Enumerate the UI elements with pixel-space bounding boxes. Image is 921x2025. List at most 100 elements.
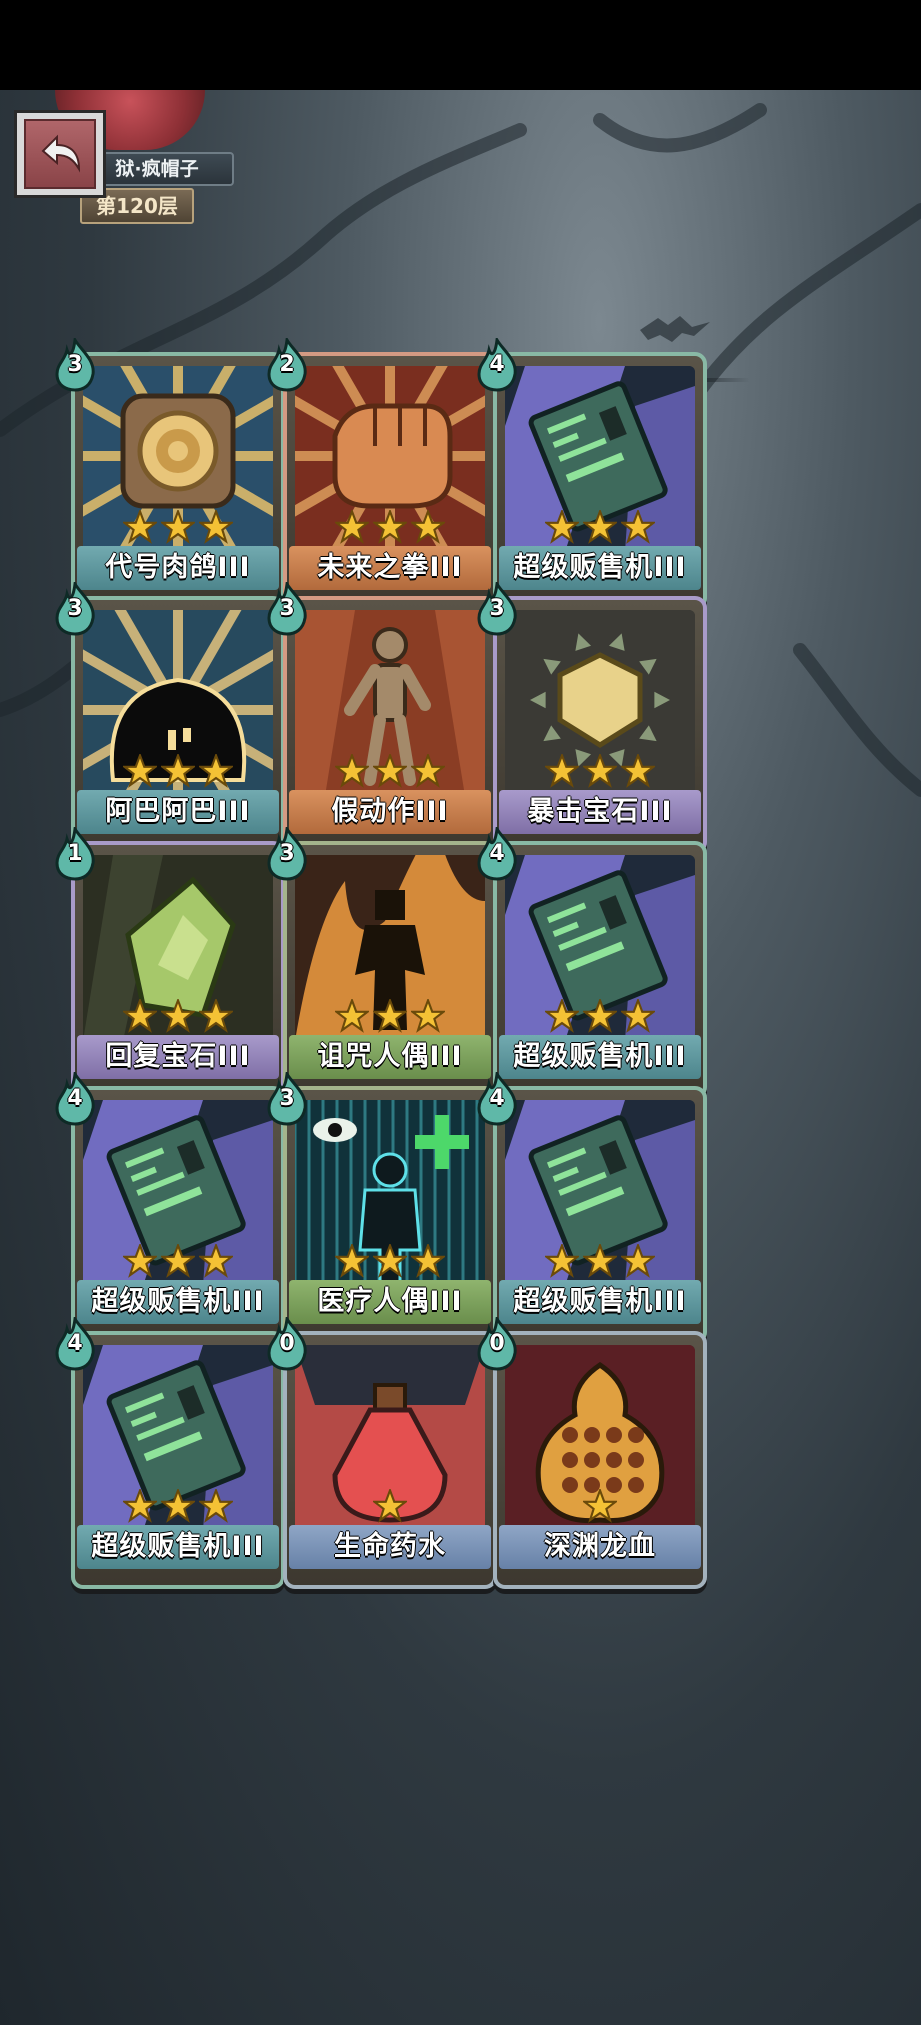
star-icon (159, 997, 197, 1033)
energy-cost-value: 4 (67, 1086, 83, 1111)
star-icon (581, 1487, 619, 1523)
star-icon (333, 997, 371, 1033)
star-icon (197, 752, 235, 788)
energy-cost-value: 3 (67, 596, 83, 621)
top-status-bar (0, 0, 921, 90)
star-rating (83, 1487, 273, 1525)
star-icon (543, 1242, 581, 1278)
item-card[interactable]: 深渊龙血 0 (475, 1317, 707, 1589)
star-rating (505, 508, 695, 546)
energy-cost-icon: 4 (53, 1317, 97, 1371)
star-rating (505, 1242, 695, 1280)
energy-cost-value: 3 (279, 1086, 295, 1111)
star-icon (619, 997, 657, 1033)
item-card[interactable]: 超级贩售机III 4 (475, 338, 707, 610)
star-rating (505, 997, 695, 1035)
star-icon (543, 997, 581, 1033)
item-card[interactable]: 回复宝石III 1 (53, 827, 285, 1099)
star-icon (159, 508, 197, 544)
star-icon (409, 508, 447, 544)
energy-cost-value: 0 (489, 1331, 505, 1356)
star-icon (333, 752, 371, 788)
game-scene: 狱·疯帽子 第120层 代号肉鸽III 3 未来之拳III 2 超级贩售机III 4 … (0, 90, 921, 2025)
star-icon (121, 752, 159, 788)
star-rating (295, 508, 485, 546)
star-icon (371, 1487, 409, 1523)
star-icon (581, 1242, 619, 1278)
star-icon (333, 508, 371, 544)
star-icon (543, 508, 581, 544)
star-icon (581, 508, 619, 544)
star-rating (83, 1242, 273, 1280)
item-card[interactable]: 超级贩售机III 4 (475, 827, 707, 1099)
energy-cost-value: 0 (279, 1331, 295, 1356)
energy-cost-value: 4 (489, 841, 505, 866)
star-icon (197, 508, 235, 544)
item-card[interactable]: 超级贩售机III 4 (475, 1072, 707, 1344)
star-rating (505, 752, 695, 790)
energy-cost-icon: 4 (475, 338, 519, 392)
star-icon (409, 997, 447, 1033)
energy-cost-icon: 0 (475, 1317, 519, 1371)
star-rating (295, 1242, 485, 1280)
star-icon (371, 1242, 409, 1278)
star-icon (197, 997, 235, 1033)
energy-cost-value: 3 (279, 596, 295, 621)
item-card[interactable]: 暴击宝石III 3 (475, 582, 707, 854)
star-icon (581, 997, 619, 1033)
star-icon (121, 1487, 159, 1523)
star-icon (121, 1242, 159, 1278)
energy-cost-value: 3 (67, 352, 83, 377)
energy-cost-value: 4 (67, 1331, 83, 1356)
energy-cost-icon: 2 (265, 338, 309, 392)
star-icon (543, 752, 581, 788)
star-icon (619, 1242, 657, 1278)
star-rating (295, 997, 485, 1035)
star-icon (121, 508, 159, 544)
item-card[interactable]: 超级贩售机III 4 (53, 1317, 285, 1589)
star-rating (295, 1487, 485, 1525)
star-rating (83, 508, 273, 546)
star-rating (505, 1487, 695, 1525)
star-icon (409, 752, 447, 788)
energy-cost-value: 1 (67, 841, 83, 866)
item-card[interactable]: 代号肉鸽III 3 (53, 338, 285, 610)
star-icon (409, 1242, 447, 1278)
energy-cost-icon: 3 (265, 582, 309, 636)
card-grid: 代号肉鸽III 3 未来之拳III 2 超级贩售机III 4 阿巴阿巴III 3 假动作… (0, 90, 921, 2025)
energy-cost-icon: 3 (265, 827, 309, 881)
star-icon (371, 752, 409, 788)
item-card[interactable]: 诅咒人偶III 3 (265, 827, 497, 1099)
star-icon (159, 1242, 197, 1278)
star-icon (197, 1487, 235, 1523)
card-name: 超级贩售机III (77, 1525, 279, 1569)
energy-cost-value: 3 (489, 596, 505, 621)
star-rating (295, 752, 485, 790)
energy-cost-icon: 3 (53, 338, 97, 392)
item-card[interactable]: 假动作III 3 (265, 582, 497, 854)
item-card[interactable]: 超级贩售机III 4 (53, 1072, 285, 1344)
energy-cost-icon: 0 (265, 1317, 309, 1371)
item-card[interactable]: 医疗人偶III 3 (265, 1072, 497, 1344)
star-icon (371, 508, 409, 544)
energy-cost-value: 4 (489, 352, 505, 377)
item-card[interactable]: 未来之拳III 2 (265, 338, 497, 610)
energy-cost-icon: 1 (53, 827, 97, 881)
star-icon (159, 752, 197, 788)
star-rating (83, 997, 273, 1035)
energy-cost-icon: 4 (53, 1072, 97, 1126)
star-icon (333, 1242, 371, 1278)
star-rating (83, 752, 273, 790)
energy-cost-value: 2 (279, 352, 295, 377)
star-icon (197, 1242, 235, 1278)
star-icon (371, 997, 409, 1033)
item-card[interactable]: 生命药水 0 (265, 1317, 497, 1589)
energy-cost-icon: 4 (475, 827, 519, 881)
energy-cost-icon: 4 (475, 1072, 519, 1126)
star-icon (619, 508, 657, 544)
item-card[interactable]: 阿巴阿巴III 3 (53, 582, 285, 854)
star-icon (619, 752, 657, 788)
star-icon (121, 997, 159, 1033)
card-name: 深渊龙血 (499, 1525, 701, 1569)
energy-cost-icon: 3 (265, 1072, 309, 1126)
